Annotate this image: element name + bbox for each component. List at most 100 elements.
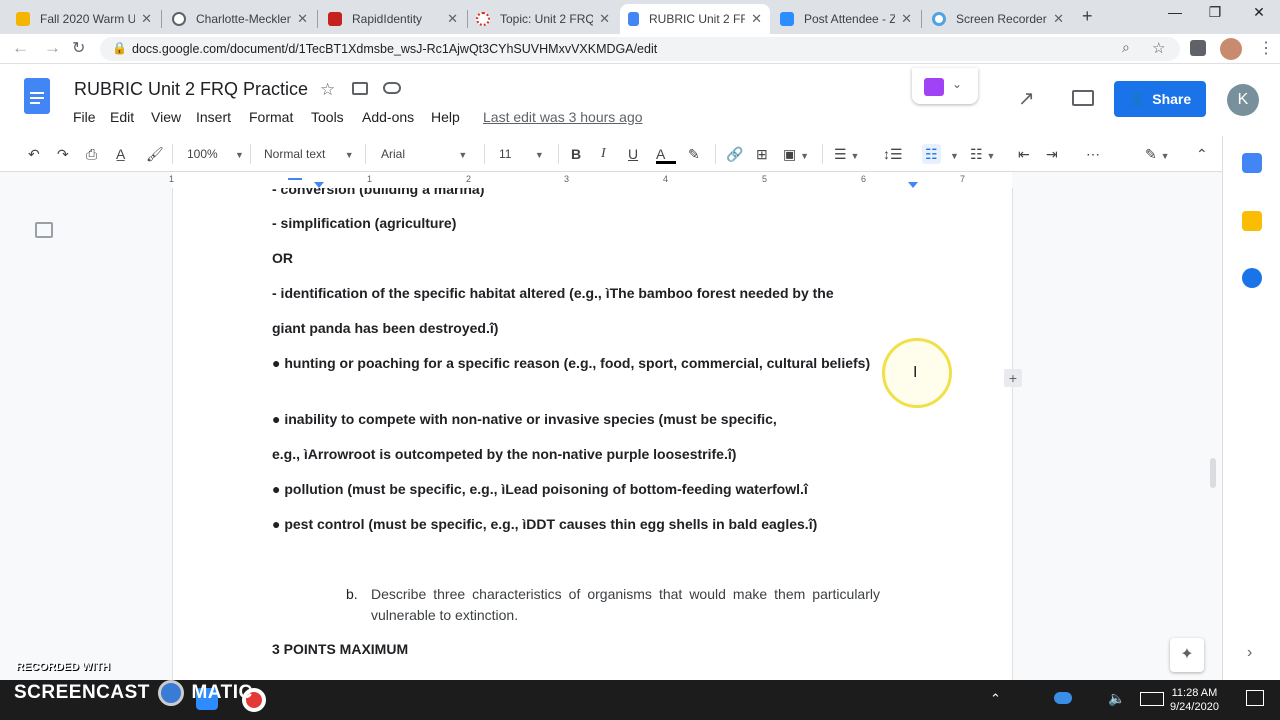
align-icon[interactable]: ☰ ▼ bbox=[834, 144, 859, 164]
insert-comment-icon[interactable]: ⊞ bbox=[756, 144, 768, 164]
account-avatar[interactable]: K bbox=[1227, 84, 1259, 116]
browser-tab[interactable]: Topic: Unit 2 FRQ ✕ bbox=[468, 4, 618, 34]
extensions-icon[interactable] bbox=[1190, 40, 1206, 56]
undo-icon[interactable]: ↶ bbox=[28, 144, 40, 164]
zoom-select[interactable]: 100% ▼ bbox=[187, 144, 244, 164]
numbered-list-dropdown[interactable]: ▼ bbox=[950, 144, 959, 164]
close-tab-icon[interactable]: ✕ bbox=[901, 11, 912, 27]
share-button[interactable]: 👤 Share bbox=[1114, 81, 1206, 117]
redo-icon[interactable]: ↷ bbox=[57, 144, 69, 164]
document-title[interactable]: RUBRIC Unit 2 FRQ Practice bbox=[74, 79, 308, 100]
browser-tab[interactable]: Post Attendee - Zo ✕ bbox=[772, 4, 920, 34]
ruler-tick-label: 1 bbox=[169, 174, 175, 184]
paint-format-icon[interactable]: 🖌 bbox=[146, 144, 164, 164]
menu-insert[interactable]: Insert bbox=[196, 109, 231, 125]
browser-tab-active[interactable]: RUBRIC Unit 2 FRQ ✕ bbox=[620, 4, 770, 34]
insert-link-icon[interactable]: 🔗 bbox=[726, 144, 743, 164]
collapse-menus-icon[interactable]: ⌃ bbox=[1196, 144, 1208, 164]
minimize-icon[interactable]: — bbox=[1160, 4, 1190, 20]
more-menu-icon[interactable]: ⋮ bbox=[1258, 38, 1274, 58]
ruler-tick-label: 6 bbox=[861, 174, 867, 184]
close-tab-icon[interactable]: ✕ bbox=[297, 11, 308, 27]
onedrive-icon[interactable] bbox=[1054, 692, 1072, 704]
font-size-select[interactable]: 11 ▼ bbox=[499, 144, 544, 164]
omnibox[interactable]: 🔒 docs.google.com/document/d/1TecBT1Xdms… bbox=[100, 37, 1180, 61]
text-color-icon[interactable]: A bbox=[656, 144, 676, 164]
keep-icon[interactable] bbox=[1242, 211, 1262, 231]
chevron-up-icon[interactable]: ⌃ bbox=[990, 691, 1001, 707]
new-tab-button[interactable]: + bbox=[1082, 6, 1093, 27]
ruler-tick-label: 5 bbox=[762, 174, 768, 184]
browser-tab[interactable]: RapidIdentity ✕ bbox=[320, 4, 466, 34]
puzzle-icon bbox=[924, 78, 944, 96]
increase-indent-icon[interactable]: ⇥ bbox=[1046, 144, 1058, 164]
tasks-icon[interactable] bbox=[1242, 268, 1262, 288]
globe-icon bbox=[172, 12, 186, 26]
google-docs-icon bbox=[628, 12, 639, 26]
forward-icon[interactable]: → bbox=[44, 38, 61, 58]
paragraph-style-select[interactable]: Normal text ▼ bbox=[264, 144, 354, 164]
spellcheck-icon[interactable]: A̲ bbox=[116, 144, 125, 164]
close-tab-icon[interactable]: ✕ bbox=[1053, 11, 1064, 27]
bold-icon[interactable]: B bbox=[571, 144, 581, 164]
menu-tools[interactable]: Tools bbox=[311, 109, 344, 125]
cloud-status-icon[interactable] bbox=[383, 82, 401, 94]
profile-avatar[interactable] bbox=[1220, 38, 1242, 60]
back-icon[interactable]: ← bbox=[12, 38, 29, 58]
chevron-right-icon[interactable]: › bbox=[1247, 644, 1252, 662]
editing-mode-icon[interactable]: ✎ ▼ bbox=[1145, 144, 1170, 164]
document-page[interactable]: - conversion (building a marina) - simpl… bbox=[172, 188, 1013, 720]
menu-edit[interactable]: Edit bbox=[110, 109, 134, 125]
docs-logo-icon[interactable] bbox=[24, 78, 50, 114]
more-tools-icon[interactable]: ⋯ bbox=[1086, 144, 1100, 164]
url-text: docs.google.com/document/d/1TecBT1Xdmsbe… bbox=[132, 42, 658, 56]
first-line-indent-marker[interactable] bbox=[288, 178, 302, 180]
decrease-indent-icon[interactable]: ⇤ bbox=[1018, 144, 1030, 164]
print-icon[interactable]: ⎙ bbox=[86, 144, 97, 164]
clock[interactable]: 11:28 AM 9/24/2020 bbox=[1170, 686, 1219, 714]
list-marker: b. bbox=[346, 586, 358, 602]
menu-addons[interactable]: Add-ons bbox=[362, 109, 414, 125]
browser-tab[interactable]: Fall 2020 Warm Up ✕ bbox=[8, 4, 160, 34]
numbered-list-icon[interactable]: ☷ bbox=[922, 144, 941, 164]
last-edit-link[interactable]: Last edit was 3 hours ago bbox=[483, 109, 643, 125]
browser-tab-strip: Fall 2020 Warm Up ✕ Charlotte-Mecklen ✕ … bbox=[0, 0, 1280, 34]
menu-file[interactable]: File bbox=[73, 109, 96, 125]
close-tab-icon[interactable]: ✕ bbox=[141, 11, 152, 27]
keyboard-icon[interactable] bbox=[1140, 692, 1164, 706]
reload-icon[interactable]: ↻ bbox=[72, 38, 85, 58]
line-spacing-icon[interactable]: ↕☰ bbox=[883, 144, 903, 164]
addon-widget[interactable]: ⌄ bbox=[912, 68, 978, 104]
calendar-icon[interactable] bbox=[1242, 153, 1262, 173]
add-comment-icon[interactable]: + bbox=[1004, 369, 1022, 387]
bookmark-star-icon[interactable]: ☆ bbox=[1152, 39, 1165, 57]
explore-icon[interactable]: ✦ bbox=[1170, 638, 1204, 672]
maximize-icon[interactable]: ❐ bbox=[1200, 4, 1230, 21]
activity-trend-icon[interactable]: ↗ bbox=[1018, 86, 1035, 111]
browser-tab[interactable]: Charlotte-Mecklen ✕ bbox=[164, 4, 316, 34]
insert-image-icon[interactable]: ▣ ▼ bbox=[783, 144, 809, 164]
font-select[interactable]: Arial ▼ bbox=[381, 144, 467, 164]
highlight-icon[interactable]: ✎ bbox=[688, 144, 700, 164]
notifications-icon[interactable] bbox=[1246, 690, 1264, 706]
close-tab-icon[interactable]: ✕ bbox=[751, 11, 762, 27]
menu-format[interactable]: Format bbox=[249, 109, 293, 125]
scrollbar-thumb[interactable] bbox=[1210, 458, 1216, 488]
bulleted-list-icon[interactable]: ☷ ▼ bbox=[970, 144, 995, 164]
browser-tab[interactable]: Screen Recorder | ✕ bbox=[924, 4, 1072, 34]
close-tab-icon[interactable]: ✕ bbox=[599, 11, 610, 27]
volume-icon[interactable]: 🔈 bbox=[1108, 690, 1125, 707]
move-folder-icon[interactable] bbox=[352, 82, 368, 95]
zoom-magnifier-icon[interactable]: ⌕ bbox=[1122, 39, 1130, 56]
rubric-line: ● pollution (must be specific, e.g., ìLe… bbox=[272, 481, 808, 497]
close-tab-icon[interactable]: ✕ bbox=[447, 11, 458, 27]
document-outline-icon[interactable] bbox=[35, 222, 53, 238]
star-icon[interactable]: ☆ bbox=[320, 80, 335, 100]
menu-view[interactable]: View bbox=[151, 109, 181, 125]
docs-header: RUBRIC Unit 2 FRQ Practice ☆ File Edit V… bbox=[0, 64, 1280, 136]
close-window-icon[interactable]: ✕ bbox=[1244, 4, 1274, 21]
italic-icon[interactable]: I bbox=[601, 144, 606, 164]
comments-icon[interactable] bbox=[1072, 90, 1094, 106]
underline-icon[interactable]: U bbox=[628, 144, 638, 164]
menu-help[interactable]: Help bbox=[431, 109, 460, 125]
